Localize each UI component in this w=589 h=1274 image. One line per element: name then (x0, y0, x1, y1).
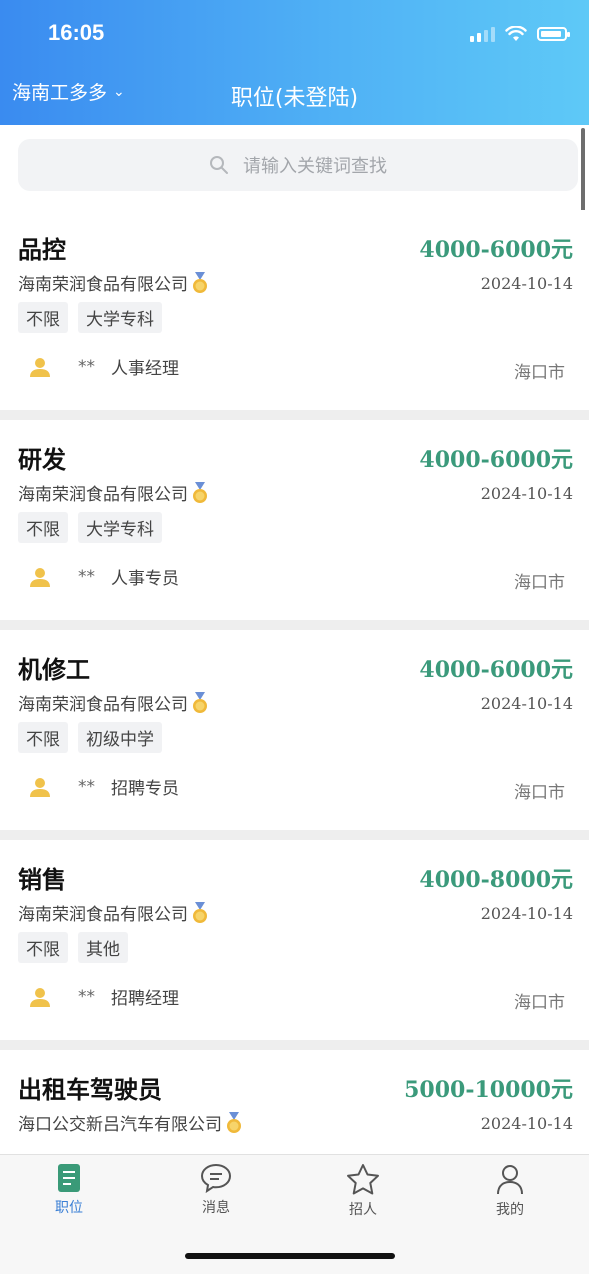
job-salary: 4000-6000元 (419, 237, 573, 263)
company-name: 海南荣润食品有限公司 (18, 480, 208, 505)
tab-label: 招人 (349, 1202, 377, 1218)
status-time: 16:05 (48, 20, 105, 45)
company-name: 海南荣润食品有限公司 (18, 690, 208, 715)
search-placeholder: 请输入关键词查找 (243, 156, 387, 177)
card-divider (0, 410, 589, 420)
message-icon (200, 1163, 232, 1193)
job-salary: 5000-10000元 (404, 1077, 573, 1103)
job-card[interactable]: 品控 4000-6000元 海南荣润食品有限公司 2024-10-14 不限 大学… (0, 210, 589, 410)
contact-name: ** (78, 356, 95, 377)
job-list-icon (58, 1164, 80, 1192)
job-tags: 不限 其他 (18, 932, 128, 963)
person-icon (30, 567, 50, 587)
job-date: 2024-10-14 (480, 274, 573, 293)
contact-name: ** (78, 986, 95, 1007)
job-date: 2024-10-14 (480, 1114, 573, 1133)
search-input[interactable]: 请输入关键词查找 (18, 139, 578, 191)
company-name: 海口公交新吕汽车有限公司 (18, 1110, 242, 1135)
contact-role: 人事经理 (111, 359, 179, 379)
job-city: 海口市 (514, 993, 565, 1013)
job-salary: 4000-8000元 (419, 867, 573, 893)
tab-jobs[interactable]: 职位 (29, 1163, 109, 1217)
job-salary: 4000-6000元 (419, 657, 573, 683)
company-label: 海南荣润食品有限公司 (18, 485, 188, 505)
medal-icon (193, 901, 207, 923)
page-title: 职位(未登陆) (230, 86, 359, 111)
contact-role: 人事专员 (111, 569, 179, 589)
company-label: 海口公交新吕汽车有限公司 (18, 1115, 222, 1135)
job-city: 海口市 (514, 783, 565, 803)
app-header: 16:05 海南工多多 ⌄ 职位(未登陆) (0, 0, 589, 125)
company-name: 海南荣润食品有限公司 (18, 900, 208, 925)
contact-info: ** 招聘专员 (28, 774, 179, 799)
card-divider (0, 830, 589, 840)
tab-label: 消息 (202, 1200, 230, 1216)
status-icons (470, 26, 570, 42)
medal-icon (193, 691, 207, 713)
person-icon (30, 777, 50, 797)
tag-experience: 不限 (18, 722, 68, 753)
company-name: 海南荣润食品有限公司 (18, 270, 208, 295)
job-city: 海口市 (514, 363, 565, 383)
job-date: 2024-10-14 (480, 904, 573, 923)
medal-icon (193, 271, 207, 293)
company-label: 海南荣润食品有限公司 (18, 695, 188, 715)
card-divider (0, 1040, 589, 1050)
job-title: 销售 (18, 866, 66, 894)
tab-messages[interactable]: 消息 (176, 1163, 256, 1217)
job-card[interactable]: 研发 4000-6000元 海南荣润食品有限公司 2024-10-14 不限 大学… (0, 420, 589, 620)
card-divider (0, 620, 589, 630)
job-title: 研发 (18, 446, 66, 474)
contact-info: ** 人事经理 (28, 354, 179, 379)
tag-experience: 不限 (18, 302, 68, 333)
home-indicator[interactable] (185, 1253, 395, 1259)
job-tags: 不限 大学专科 (18, 302, 162, 333)
contact-info: ** 人事专员 (28, 564, 179, 589)
battery-icon (537, 27, 570, 41)
medal-icon (227, 1111, 241, 1133)
medal-icon (193, 481, 207, 503)
company-label: 海南荣润食品有限公司 (18, 275, 188, 295)
tag-experience: 不限 (18, 932, 68, 963)
company-label: 海南荣润食品有限公司 (18, 905, 188, 925)
job-title: 品控 (18, 236, 66, 264)
cellular-signal-icon (470, 26, 495, 42)
job-card[interactable]: 机修工 4000-6000元 海南荣润食品有限公司 2024-10-14 不限初… (0, 630, 589, 830)
tag-experience: 不限 (18, 512, 68, 543)
person-icon (30, 987, 50, 1007)
contact-role: 招聘经理 (111, 989, 179, 1009)
job-city: 海口市 (514, 573, 565, 593)
wifi-icon (505, 26, 527, 41)
job-date: 2024-10-14 (480, 694, 573, 713)
tab-label: 我的 (496, 1202, 524, 1218)
tab-label: 职位 (55, 1200, 83, 1216)
tag-education: 大学专科 (78, 512, 162, 543)
contact-name: ** (78, 776, 95, 797)
job-tags: 不限 初级中学 (18, 722, 162, 753)
job-salary: 4000-6000元 (419, 447, 573, 473)
profile-icon (497, 1165, 523, 1195)
job-title: 机修工 (18, 656, 90, 684)
contact-info: ** 招聘经理 (28, 984, 179, 1009)
job-title: 出租车驾驶员 (18, 1076, 162, 1104)
tag-education: 初级中学 (78, 722, 162, 753)
job-card[interactable]: 销售 4000-8000元 海南荣润食品有限公司 2024-10-14 不限 其他… (0, 840, 589, 1040)
tag-education: 其他 (78, 932, 128, 963)
tag-education: 大学专科 (78, 302, 162, 333)
job-date: 2024-10-14 (480, 484, 573, 503)
search-icon (210, 156, 228, 174)
tab-profile[interactable]: 我的 (470, 1163, 550, 1219)
tab-recruit[interactable]: 招人 (323, 1163, 403, 1219)
contact-role: 招聘专员 (111, 779, 179, 799)
contact-name: ** (78, 566, 95, 587)
job-tags: 不限 大学专科 (18, 512, 162, 543)
star-icon (347, 1164, 379, 1195)
person-icon (30, 357, 50, 377)
job-list: 品控 4000-6000元 海南荣润食品有限公司 2024-10-14 不限 大学… (0, 210, 589, 1250)
